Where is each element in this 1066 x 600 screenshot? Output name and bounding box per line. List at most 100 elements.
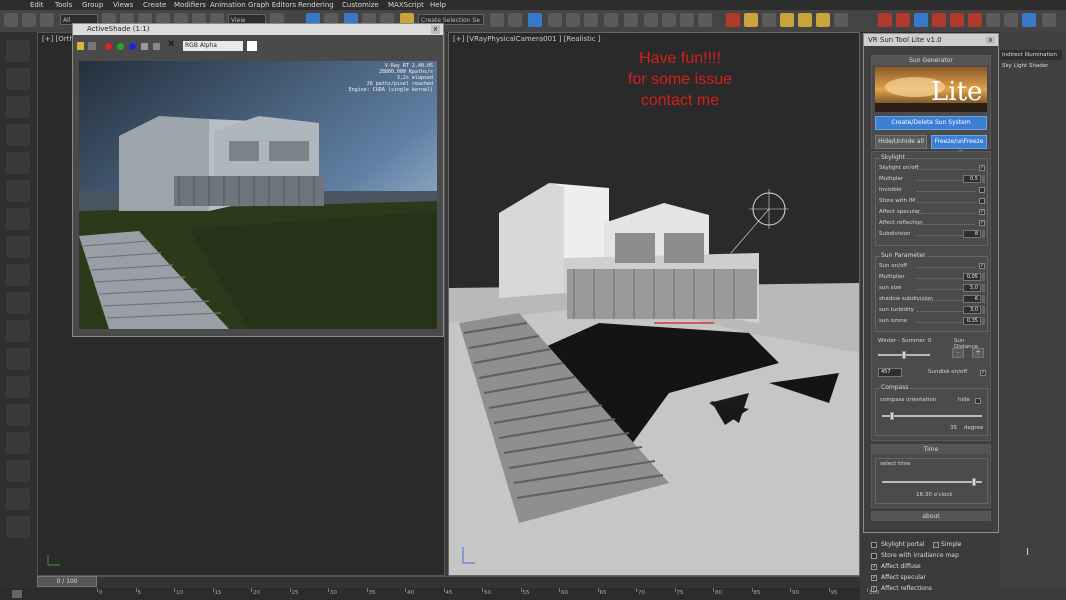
affect-diffuse-option[interactable]: ✓ Affect diffuse bbox=[871, 561, 921, 572]
menu-help[interactable]: Help bbox=[430, 0, 446, 10]
simple-checkbox[interactable] bbox=[933, 542, 939, 548]
menu-maxscript[interactable]: MAXScript bbox=[388, 0, 424, 10]
about-rollout[interactable]: about bbox=[871, 511, 991, 521]
spinner-arrows-icon[interactable] bbox=[982, 284, 985, 292]
vray-dome-icon[interactable] bbox=[780, 13, 794, 27]
align-icon[interactable] bbox=[508, 13, 522, 27]
menu-animation[interactable]: Animation bbox=[210, 0, 246, 10]
checkbox[interactable]: ✓ bbox=[871, 575, 877, 581]
dock-tool-12-icon[interactable] bbox=[6, 348, 30, 370]
axis-constraint-y-icon[interactable] bbox=[896, 13, 910, 27]
compass-hide-checkbox[interactable] bbox=[975, 398, 981, 404]
curve-editor-icon[interactable] bbox=[566, 13, 580, 27]
alpha-icon[interactable] bbox=[153, 43, 160, 50]
spinner-arrows-icon[interactable] bbox=[982, 230, 985, 238]
snap-options-icon[interactable] bbox=[986, 13, 1000, 27]
spinner-field[interactable]: 5,0 bbox=[963, 284, 981, 292]
camera-viewport[interactable]: [+] [VRayPhysicalCamera001 ] [Realistic … bbox=[448, 32, 860, 576]
dock-tool-1-icon[interactable] bbox=[6, 40, 30, 62]
channel-dropdown[interactable]: RGB Alpha bbox=[183, 41, 243, 51]
vray-ies-icon[interactable] bbox=[798, 13, 812, 27]
undo-icon[interactable] bbox=[4, 13, 18, 27]
dock-tool-6-icon[interactable] bbox=[6, 180, 30, 202]
menu-modifiers[interactable]: Modifiers bbox=[174, 0, 206, 10]
freeze-unfreeze-button[interactable]: Freeze/unFreeze all bbox=[931, 135, 987, 157]
compass-slider-track[interactable] bbox=[882, 415, 982, 417]
rollout-header[interactable]: about bbox=[872, 512, 990, 521]
vr-sun-tool-window[interactable]: VR Sun Tool Lite v1.0 x Sun Generator Li… bbox=[863, 33, 999, 533]
checkbox[interactable]: ✓ bbox=[979, 165, 985, 171]
affect-specular-option[interactable]: ✓ Affect specular bbox=[871, 572, 926, 583]
checkbox[interactable]: ✓ bbox=[871, 564, 877, 570]
menu-customize[interactable]: Customize bbox=[342, 0, 379, 10]
checkbox[interactable] bbox=[871, 542, 877, 548]
tab-indirect-illumination[interactable]: Indirect Illumination bbox=[1000, 50, 1062, 60]
create-sun-system-button[interactable]: Create/Delete Sun System bbox=[875, 116, 987, 130]
spinner-field[interactable]: 0,05 bbox=[963, 273, 981, 281]
axis-constraint-z-icon[interactable] bbox=[914, 13, 928, 27]
compass-slider-handle[interactable] bbox=[890, 412, 894, 420]
affect-reflections-option[interactable]: ✓ Affect reflections bbox=[871, 583, 932, 594]
dock-tool-10-icon[interactable] bbox=[6, 292, 30, 314]
dock-tool-16-icon[interactable] bbox=[6, 460, 30, 482]
key-filter-icon[interactable] bbox=[12, 590, 22, 598]
link-icon[interactable] bbox=[40, 13, 54, 27]
time-slider-handle[interactable]: 0 / 100 bbox=[37, 576, 97, 587]
dock-tool-15-icon[interactable] bbox=[6, 432, 30, 454]
sun-distance-plus-button[interactable]: + bbox=[972, 348, 984, 358]
layer-manager-icon[interactable] bbox=[528, 13, 542, 27]
xy-plane-icon[interactable] bbox=[1022, 13, 1036, 27]
clone-icon[interactable] bbox=[88, 42, 96, 50]
store-irradiance-option[interactable]: Store with irradiance map bbox=[871, 550, 959, 561]
tab-sky-light-shader[interactable]: Sky Light Shader bbox=[1000, 61, 1062, 71]
dock-tool-9-icon[interactable] bbox=[6, 264, 30, 286]
window-title[interactable]: VR Sun Tool Lite v1.0 bbox=[864, 34, 998, 46]
dock-tool-13-icon[interactable] bbox=[6, 376, 30, 398]
spinner-field[interactable]: 8 bbox=[963, 230, 981, 238]
spinner-arrows-icon[interactable] bbox=[982, 317, 985, 325]
dock-tool-7-icon[interactable] bbox=[6, 208, 30, 230]
save-icon[interactable] bbox=[77, 42, 84, 50]
wrench-icon[interactable] bbox=[1042, 13, 1056, 27]
checkbox[interactable]: ✓ bbox=[979, 263, 985, 269]
skylight-portal-option[interactable]: Skylight portal Simple bbox=[871, 539, 962, 550]
spinner-field[interactable]: 0,5 bbox=[963, 175, 981, 183]
green-channel-icon[interactable] bbox=[117, 43, 124, 50]
close-button[interactable]: x bbox=[986, 36, 995, 44]
sun-distance-minus-button[interactable]: - bbox=[952, 348, 964, 358]
vray-sun-icon[interactable] bbox=[762, 13, 776, 27]
blue-channel-icon[interactable] bbox=[129, 43, 136, 50]
axis-constraint-x-icon[interactable] bbox=[878, 13, 892, 27]
menu-group[interactable]: Group bbox=[82, 0, 103, 10]
axis-constraint-xy-icon[interactable] bbox=[932, 13, 946, 27]
rollout-header[interactable]: Time bbox=[872, 445, 990, 454]
axis-constraint-yz-icon[interactable] bbox=[950, 13, 964, 27]
menu-views[interactable]: Views bbox=[113, 0, 133, 10]
window-title[interactable]: ActiveShade (1:1) bbox=[73, 24, 443, 35]
select-link-icon[interactable] bbox=[1004, 13, 1018, 27]
rollout-header[interactable]: Sun Generator bbox=[872, 56, 990, 65]
sundisk-checkbox[interactable]: ✓ bbox=[980, 370, 986, 376]
clear-icon[interactable]: ✕ bbox=[167, 40, 175, 50]
schematic-view-icon[interactable] bbox=[584, 13, 598, 27]
checkbox[interactable] bbox=[979, 187, 985, 193]
spinner-field[interactable]: 3,0 bbox=[963, 306, 981, 314]
red-channel-icon[interactable] bbox=[105, 43, 112, 50]
redo-icon[interactable] bbox=[22, 13, 36, 27]
vray-toolbar-icon[interactable] bbox=[726, 13, 740, 27]
checkbox[interactable]: ✓ bbox=[979, 220, 985, 226]
spinner-arrows-icon[interactable] bbox=[982, 175, 985, 183]
sundisk-spinner[interactable]: 457 bbox=[878, 368, 902, 377]
dock-tool-2-icon[interactable] bbox=[6, 68, 30, 90]
spinner-field[interactable]: 0,35 bbox=[963, 317, 981, 325]
menu-edit[interactable]: Edit bbox=[30, 0, 44, 10]
viewport-label[interactable]: [+] [VRayPhysicalCamera001 ] [Realistic … bbox=[453, 35, 601, 43]
dock-tool-17-icon[interactable] bbox=[6, 488, 30, 510]
spinner-arrows-icon[interactable] bbox=[982, 273, 985, 281]
menu-tools[interactable]: Tools bbox=[55, 0, 72, 10]
menu-graph-editors[interactable]: Graph Editors bbox=[248, 0, 296, 10]
hide-unhide-button[interactable]: Hide/Unhide all bbox=[875, 135, 927, 149]
activeshade-window[interactable]: ActiveShade (1:1) x ✕ RGB Alpha V-Ray RT… bbox=[72, 23, 444, 337]
spinner-arrows-icon[interactable] bbox=[982, 306, 985, 314]
color-swatch[interactable] bbox=[247, 41, 257, 51]
